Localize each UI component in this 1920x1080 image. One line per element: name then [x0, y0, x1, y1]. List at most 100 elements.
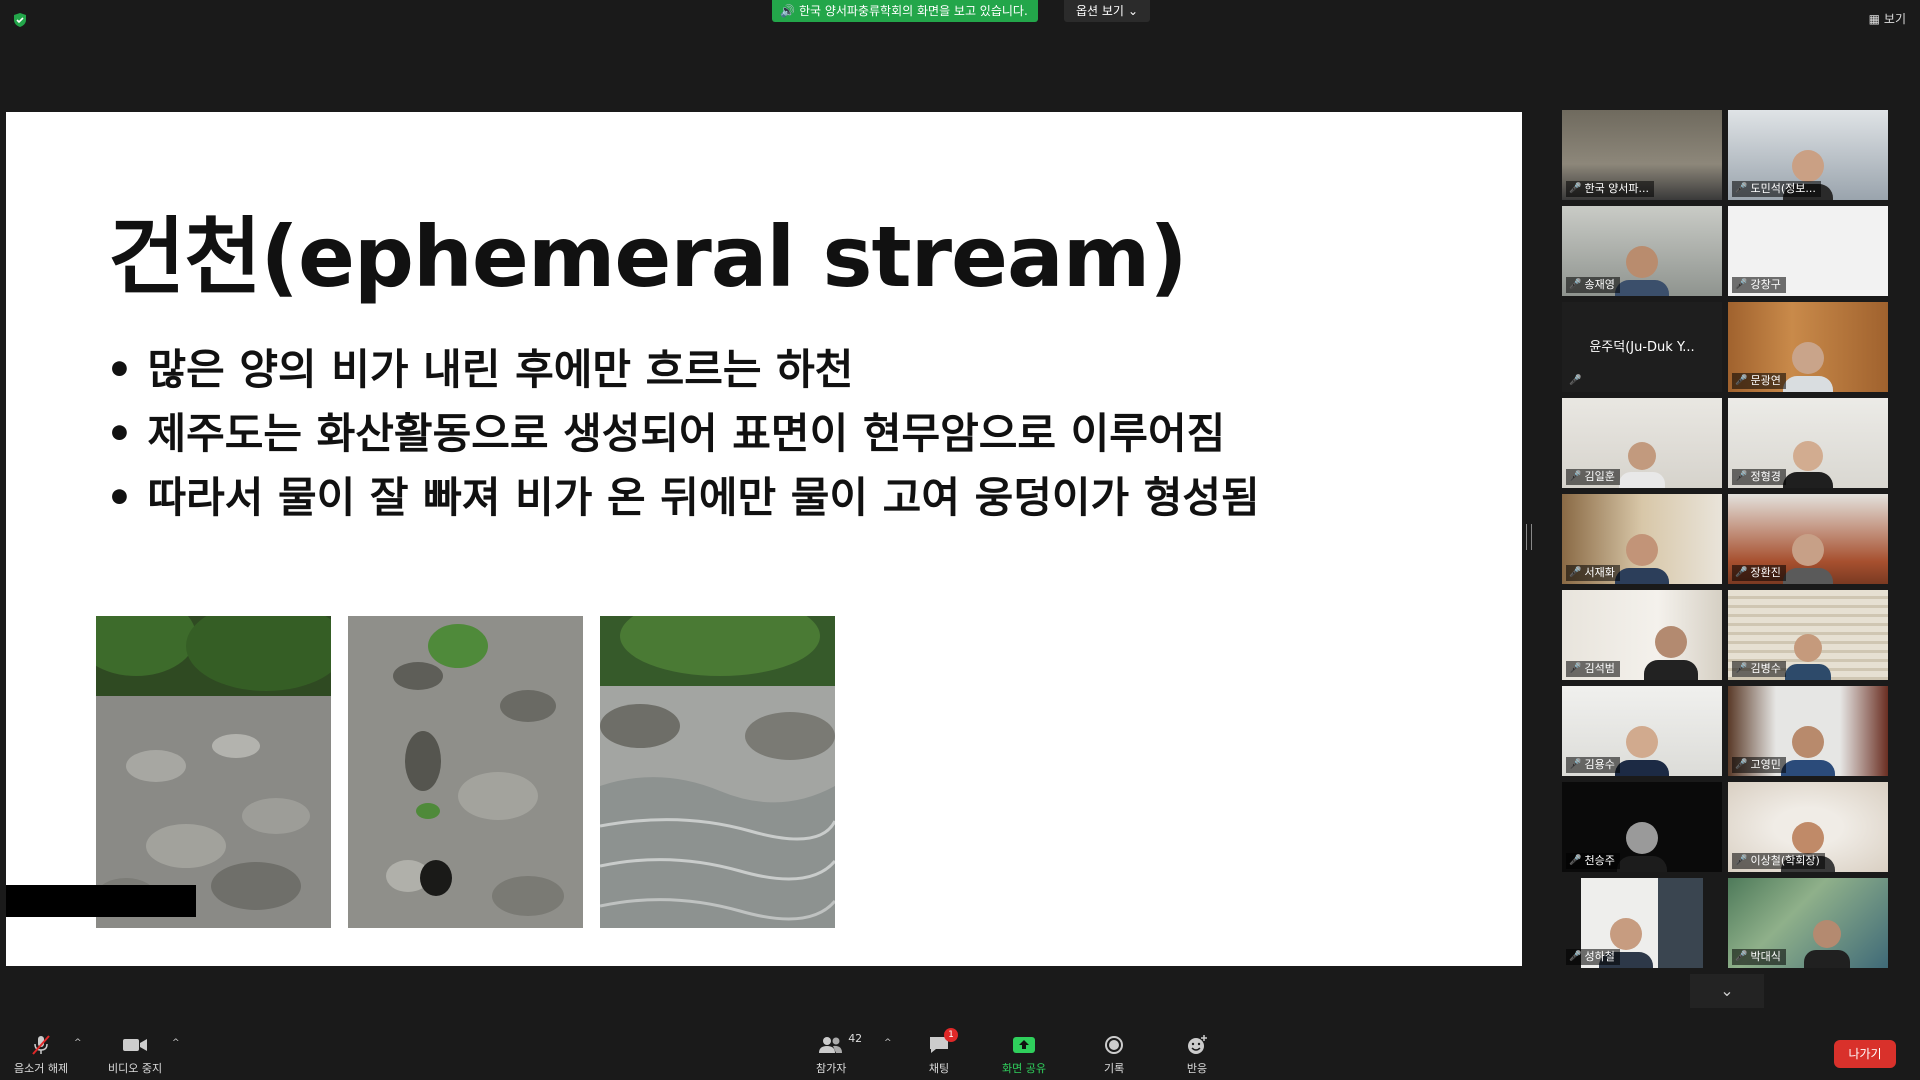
- encryption-shield-icon[interactable]: [12, 12, 28, 28]
- participant-tile[interactable]: 🎤 김용수: [1562, 686, 1722, 776]
- mic-muted-icon: 🎤: [1735, 759, 1748, 770]
- mic-muted-icon: 🎤: [1569, 663, 1582, 674]
- participants-button[interactable]: 42 참가자: [816, 1032, 862, 1076]
- mic-muted-icon: 🎤: [1569, 279, 1582, 290]
- view-options-label: 옵션 보기: [1076, 4, 1124, 18]
- participant-name: 김용수: [1584, 758, 1615, 771]
- slide-bullet: 많은 양의 비가 내린 후에만 흐르는 하천: [106, 338, 1260, 402]
- participant-name-center: 윤주덕(Ju-Duk Y...: [1589, 340, 1695, 355]
- unmute-label: 음소거 해제: [14, 1062, 69, 1075]
- participant-tile[interactable]: 🎤 문광연: [1728, 302, 1888, 392]
- meeting-toolbar: 음소거 해제 ^ 비디오 중지 ^ 42 참가자 ^ 1 채팅 화면 공유 기록…: [0, 1020, 1920, 1080]
- participants-icon: [819, 1037, 843, 1053]
- stop-video-label: 비디오 중지: [108, 1062, 163, 1075]
- grid-icon: ▦: [1868, 11, 1880, 26]
- participant-tile[interactable]: 🎤 김일훈: [1562, 398, 1722, 488]
- mic-muted-icon: 🎤: [1569, 855, 1582, 866]
- stream-photo-water: [600, 616, 835, 928]
- speaker-icon: 🔊: [780, 4, 795, 18]
- participant-tile[interactable]: 🎤 성하철: [1562, 878, 1722, 968]
- share-screen-icon: [1012, 1037, 1035, 1053]
- participant-tile[interactable]: 🎤 이상철(학회장): [1728, 782, 1888, 872]
- participant-tile[interactable]: 🎤 김석범: [1562, 590, 1722, 680]
- reactions-button[interactable]: 반응: [1186, 1034, 1208, 1076]
- slide-bullets: 많은 양의 비가 내린 후에만 흐르는 하천 제주도는 화산활동으로 생성되어 …: [106, 338, 1260, 530]
- view-button[interactable]: ▦ 보기: [1869, 10, 1906, 27]
- participant-tile[interactable]: 🎤 장환진: [1728, 494, 1888, 584]
- participant-video: [1643, 626, 1698, 680]
- slide-title: 건천(ephemeral stream): [108, 208, 1188, 306]
- stream-photo-potholes: [348, 616, 583, 928]
- participant-tile[interactable]: 🎤 정형경: [1728, 398, 1888, 488]
- participant-tile-active-speaker[interactable]: 🎤 송재영: [1562, 206, 1722, 296]
- share-screen-label: 화면 공유: [1002, 1062, 1046, 1075]
- mic-muted-icon: 🎤: [1735, 375, 1748, 386]
- participant-tile[interactable]: 🎤 도민석(정보...: [1728, 110, 1888, 200]
- chevron-down-icon: ⌄: [1720, 981, 1734, 1000]
- mic-muted-icon: 🎤: [1735, 471, 1748, 482]
- participant-name: 고영민: [1750, 758, 1781, 771]
- video-options-caret-icon[interactable]: ^: [172, 1038, 180, 1048]
- slide-bullet: 따라서 물이 잘 빠져 비가 온 뒤에만 물이 고여 웅덩이가 형성됨: [106, 466, 1259, 530]
- participant-tile[interactable]: 🎤 박대식: [1728, 878, 1888, 968]
- participant-name: 강창구: [1750, 278, 1781, 291]
- participant-name: 정형경: [1750, 470, 1781, 483]
- participant-name: 한국 양서파...: [1584, 182, 1650, 195]
- participant-name: 김병수: [1750, 662, 1781, 675]
- mic-muted-icon: 🎤: [1735, 183, 1748, 194]
- slide-photos: [96, 616, 835, 928]
- participant-tile[interactable]: 🎤 한국 양서파...: [1562, 110, 1722, 200]
- participant-name: 서재화: [1584, 566, 1615, 579]
- mic-muted-icon: 🎤: [1735, 951, 1748, 962]
- chat-label: 채팅: [928, 1062, 950, 1075]
- participant-video: [1804, 920, 1851, 968]
- participant-name: 김일훈: [1584, 470, 1615, 483]
- stop-video-button[interactable]: 비디오 중지: [108, 1034, 162, 1076]
- participants-options-caret-icon[interactable]: ^: [884, 1038, 892, 1048]
- unmute-button[interactable]: 음소거 해제: [14, 1034, 68, 1076]
- participant-name: 송재영: [1584, 278, 1615, 291]
- participant-gallery: 🎤 한국 양서파... 🎤 도민석(정보... 🎤 송재영 🎤 강창구 윤주덕(Ju-D…: [1562, 110, 1894, 968]
- reactions-label: 반응: [1186, 1062, 1208, 1075]
- split-view-handle[interactable]: [1526, 524, 1532, 550]
- participant-count: 42: [848, 1032, 863, 1045]
- mic-muted-icon: [32, 1035, 50, 1055]
- redaction-bar: [6, 885, 196, 917]
- smiley-icon: [1188, 1035, 1207, 1054]
- leave-meeting-button[interactable]: 나가기: [1834, 1040, 1896, 1068]
- mic-muted-icon: 🎤: [1569, 951, 1582, 962]
- gallery-next-page-button[interactable]: ⌄: [1690, 974, 1764, 1008]
- chevron-down-icon: ⌄: [1127, 4, 1139, 18]
- chat-button[interactable]: 1 채팅: [928, 1028, 958, 1076]
- participant-tile[interactable]: 🎤 고영민: [1728, 686, 1888, 776]
- participant-name: 박대식: [1750, 950, 1781, 963]
- participant-tile[interactable]: 🎤 김병수: [1728, 590, 1888, 680]
- participant-name: 장환진: [1750, 566, 1781, 579]
- participant-tile[interactable]: 🎤 강창구: [1728, 206, 1888, 296]
- shared-slide: 건천(ephemeral stream) 많은 양의 비가 내린 후에만 흐르는…: [6, 112, 1522, 966]
- participant-tile[interactable]: 🎤 서재화: [1562, 494, 1722, 584]
- mic-muted-icon: 🎤: [1735, 567, 1748, 578]
- mic-muted-icon: 🎤: [1569, 567, 1582, 578]
- share-screen-button[interactable]: 화면 공유: [1002, 1034, 1046, 1076]
- record-button[interactable]: 기록: [1104, 1034, 1124, 1076]
- mic-muted-icon: 🎤: [1569, 183, 1582, 194]
- audio-options-caret-icon[interactable]: ^: [74, 1038, 82, 1048]
- mic-muted-icon: 🎤: [1569, 759, 1582, 770]
- participants-label: 참가자: [816, 1062, 847, 1075]
- mic-muted-icon: 🎤: [1735, 279, 1748, 290]
- participant-name: 이상철(학회장): [1750, 854, 1820, 867]
- screen-share-banner: 🔊 한국 양서파충류학회의 화면을 보고 있습니다.: [772, 0, 1038, 22]
- video-camera-icon: [123, 1039, 148, 1051]
- slide-bullet: 제주도는 화산활동으로 생성되어 표면이 현무암으로 이루어짐: [106, 402, 1260, 466]
- participant-tile[interactable]: 🎤 천승주: [1562, 782, 1722, 872]
- view-options-button[interactable]: 옵션 보기 ⌄: [1064, 0, 1151, 22]
- participant-name: 성하철: [1584, 950, 1615, 963]
- stream-photo-rocks: [96, 616, 331, 928]
- participant-tile-video-off[interactable]: 윤주덕(Ju-Duk Y... 🎤: [1562, 302, 1722, 392]
- view-label: 보기: [1883, 12, 1906, 26]
- participant-name: 김석범: [1584, 662, 1615, 675]
- participant-name: 도민석(정보...: [1750, 182, 1816, 195]
- participant-name: 문광연: [1750, 374, 1781, 387]
- mic-muted-icon: 🎤: [1735, 855, 1748, 866]
